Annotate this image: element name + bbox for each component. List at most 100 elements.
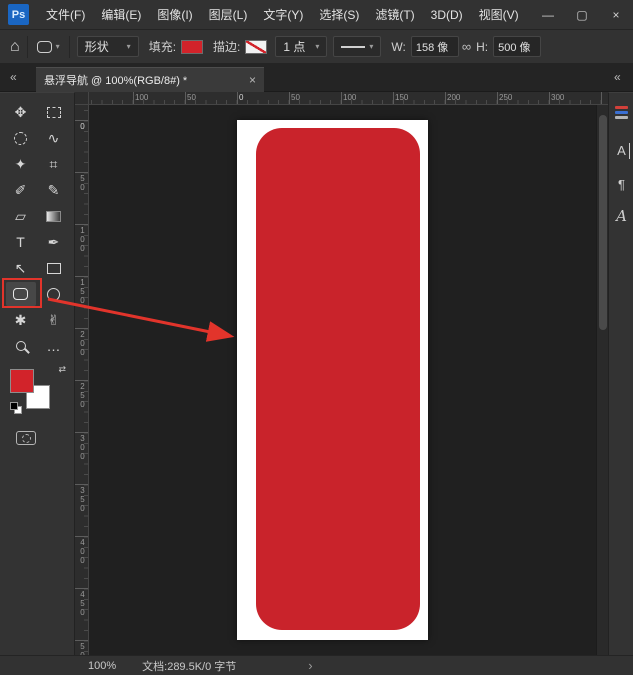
link-dimensions-icon[interactable]: ∞ [462, 39, 471, 54]
stroke-width-select[interactable]: 1 点 ▾ [275, 36, 327, 57]
v-ruler-label: 100 [77, 226, 87, 253]
right-panel-strip: A ¶ A [608, 92, 633, 655]
ellipse-marquee-tool[interactable] [6, 126, 36, 150]
photoshop-logo-text: Ps [12, 9, 25, 21]
chevron-down-icon: ▾ [56, 42, 60, 51]
gradient-icon [46, 211, 61, 222]
document-tab-bar: « 悬浮导航 @ 100%(RGB/8#) * × « [0, 64, 633, 92]
document-info: 文档:289.5K/0 字节 [142, 658, 236, 674]
v-ruler-label: 0 [77, 122, 87, 131]
eraser-tool[interactable]: ▱ [6, 204, 36, 228]
scrollbar-thumb[interactable] [599, 115, 607, 330]
tab-close-icon[interactable]: × [249, 73, 256, 87]
rect-marquee-tool[interactable] [39, 100, 69, 124]
v-ruler-label: 150 [77, 278, 87, 305]
fill-swatch[interactable] [181, 40, 203, 54]
pen-tool[interactable]: ✒ [39, 230, 69, 254]
glyphs-panel-icon[interactable]: A [609, 203, 633, 229]
v-ruler-label: 50 [77, 174, 87, 192]
eyedropper-icon: ✐ [15, 182, 27, 199]
close-button[interactable]: × [599, 0, 633, 30]
zoom-icon [16, 341, 26, 351]
status-bar: 100% 文档:289.5K/0 字节 › [0, 655, 633, 675]
rectangle-tool[interactable] [39, 256, 69, 280]
document-tab[interactable]: 悬浮导航 @ 100%(RGB/8#) * × [36, 67, 264, 92]
menu-edit[interactable]: 编辑(E) [93, 6, 149, 23]
crop-tool[interactable]: ⌗ [39, 152, 69, 176]
type-tool[interactable]: T [6, 230, 36, 254]
menu-filter[interactable]: 滤镜(T) [367, 6, 422, 23]
collapse-tools-icon[interactable]: « [10, 70, 17, 84]
titlebar: Ps 文件(F) 编辑(E) 图像(I) 图层(L) 文字(Y) 选择(S) 滤… [0, 0, 633, 30]
default-colors-icon[interactable] [10, 402, 24, 416]
menu-select[interactable]: 选择(S) [311, 6, 367, 23]
h-ruler-label: 300 [551, 93, 564, 102]
vertical-ruler[interactable]: 0 50 100 150 200 250 300 350 400 450 500 [75, 105, 89, 655]
v-ruler-label: 300 [77, 434, 87, 461]
height-label: H: [476, 40, 488, 54]
maximize-button[interactable]: ▢ [565, 0, 599, 30]
solid-line-icon [341, 46, 365, 48]
status-chevron-icon[interactable]: › [308, 658, 312, 673]
magic-wand-tool[interactable]: ✦ [6, 152, 36, 176]
path-select-tool[interactable]: ↖ [6, 256, 36, 280]
eraser-icon: ▱ [15, 208, 26, 225]
v-ruler-label: 450 [77, 590, 87, 617]
collapse-panels-icon[interactable]: « [614, 70, 621, 84]
home-icon[interactable]: ⌂ [10, 38, 20, 56]
h-ruler-label: 200 [447, 93, 460, 102]
red-rounded-rectangle-shape[interactable] [256, 128, 420, 630]
menu-3d[interactable]: 3D(D) [423, 8, 471, 22]
menu-image[interactable]: 图像(I) [149, 6, 200, 23]
paragraph-panel-icon[interactable]: ¶ [609, 171, 633, 197]
options-bar: ⌂ ▾ 形状 ▾ 填充: 描边: 1 点 ▾ ▾ W: ∞ H: [0, 30, 633, 64]
ellipse-tool[interactable] [39, 282, 69, 306]
window-controls: — ▢ × [531, 0, 633, 30]
canvas-artboard[interactable] [237, 120, 428, 640]
foreground-color-swatch[interactable] [10, 369, 34, 393]
tools-panel: ✥ ∿ ✦ ⌗ ✐ ✎ ▱ T ✒ ↖ ✱ ✌ … ⇄ [0, 92, 75, 655]
color-swatches: ⇄ [10, 365, 68, 419]
vertical-scrollbar[interactable] [596, 105, 608, 655]
character-a-icon: A [617, 143, 626, 158]
stroke-label: 描边: [213, 38, 240, 55]
menu-layer[interactable]: 图层(L) [201, 6, 256, 23]
more-tools-button[interactable]: … [39, 334, 69, 358]
gradient-tool[interactable] [39, 204, 69, 228]
tool-preset-dropdown[interactable]: ▾ [35, 41, 62, 53]
menu-type[interactable]: 文字(Y) [255, 6, 311, 23]
stroke-swatch[interactable] [245, 40, 267, 54]
zoom-level-field[interactable]: 100% [88, 660, 116, 672]
menu-view[interactable]: 视图(V) [471, 6, 527, 23]
character-panel-icon[interactable]: A [609, 137, 633, 163]
zoom-tool[interactable] [6, 334, 36, 358]
height-input[interactable] [493, 36, 541, 57]
ellipse-icon [47, 288, 60, 301]
crop-icon: ⌗ [50, 156, 58, 173]
eyedropper-tool[interactable]: ✐ [6, 178, 36, 202]
brush-tool[interactable]: ✎ [39, 178, 69, 202]
hand-tool[interactable]: ✌ [39, 308, 69, 332]
minimize-button[interactable]: — [531, 0, 565, 30]
stroke-type-select[interactable]: ▾ [333, 36, 381, 57]
menu-file[interactable]: 文件(F) [38, 6, 93, 23]
color-sliders-icon [615, 105, 628, 120]
h-ruler-label: 50 [291, 93, 300, 102]
horizontal-ruler[interactable]: 100 50 0 50 100 150 200 250 300 [89, 92, 608, 105]
pilcrow-icon: ¶ [618, 177, 625, 192]
custom-shape-tool[interactable]: ✱ [6, 308, 36, 332]
move-tool-icon: ✥ [15, 104, 27, 121]
path-select-icon: ↖ [15, 260, 27, 277]
photoshop-window: Ps 文件(F) 编辑(E) 图像(I) 图层(L) 文字(Y) 选择(S) 滤… [0, 0, 633, 675]
swap-colors-icon[interactable]: ⇄ [58, 364, 66, 375]
shape-mode-select[interactable]: 形状 ▾ [77, 36, 139, 57]
quick-mask-button[interactable] [16, 431, 36, 445]
width-input[interactable] [411, 36, 459, 57]
chevron-down-icon: ▾ [315, 42, 319, 51]
ruler-origin-corner[interactable] [75, 92, 89, 105]
color-panel-icon[interactable] [609, 99, 633, 125]
lasso-tool[interactable]: ∿ [39, 126, 69, 150]
h-ruler-label: 0 [239, 93, 243, 102]
move-tool[interactable]: ✥ [6, 100, 36, 124]
v-ruler-label: 250 [77, 382, 87, 409]
